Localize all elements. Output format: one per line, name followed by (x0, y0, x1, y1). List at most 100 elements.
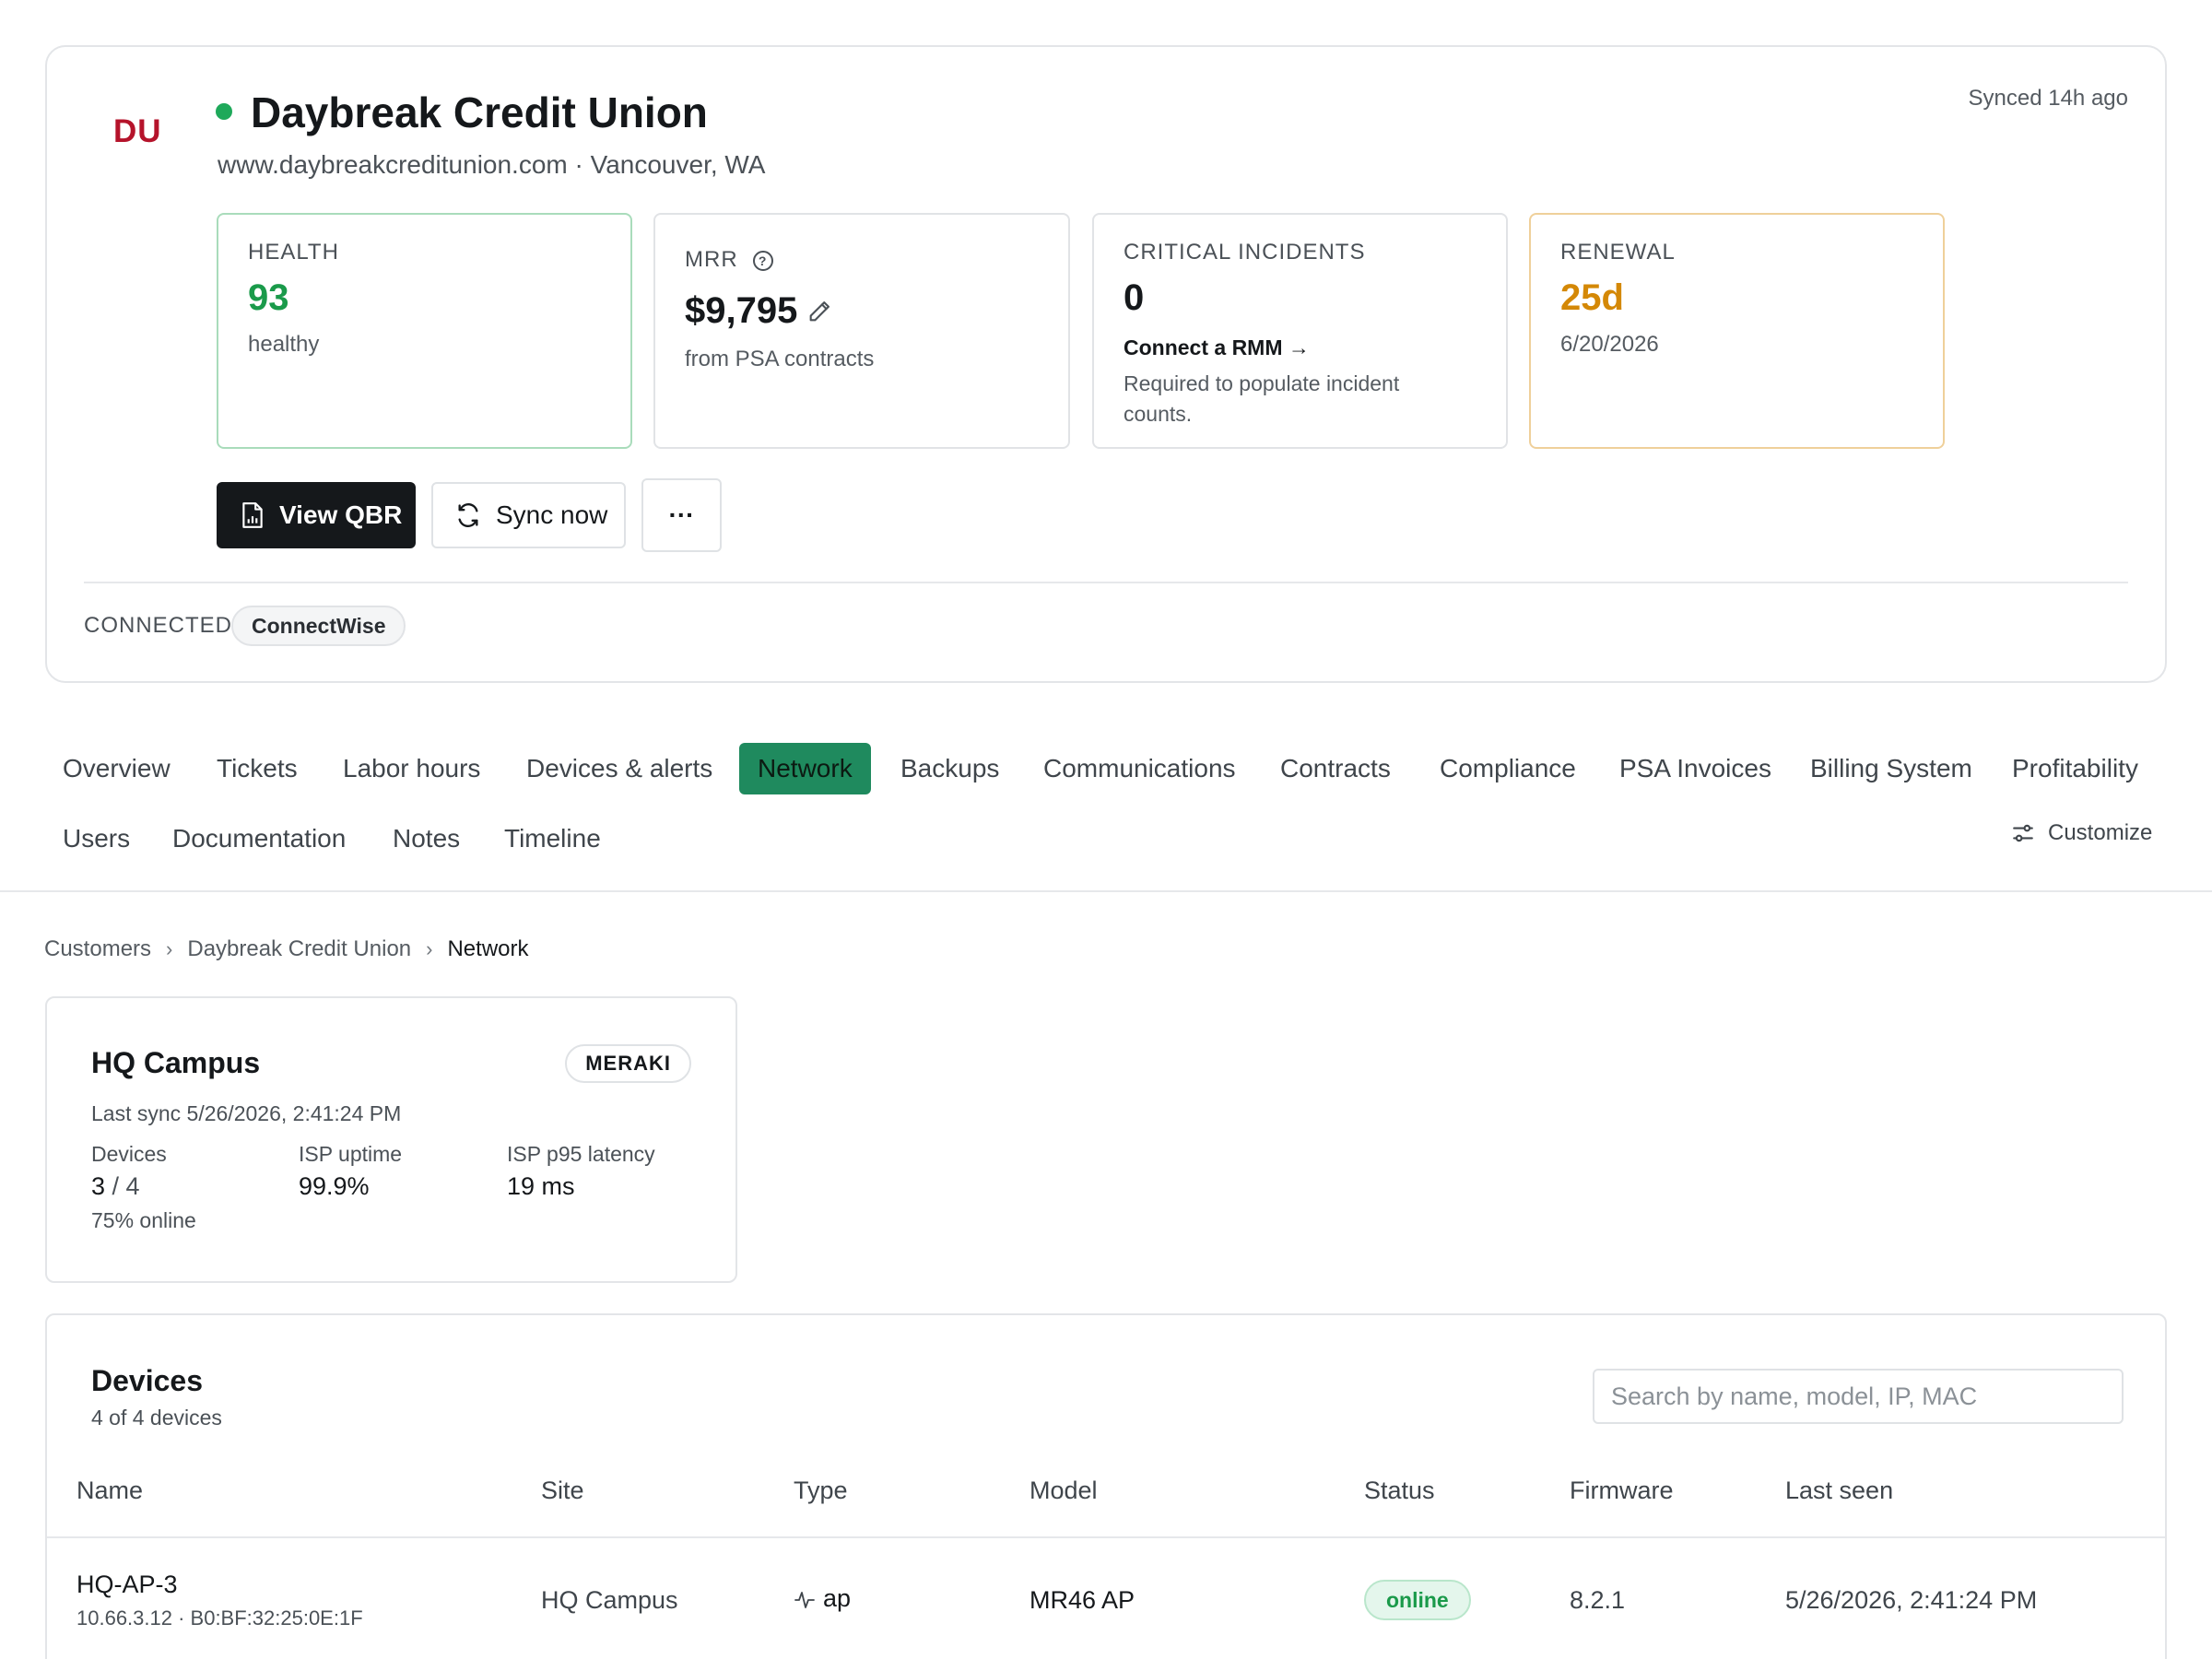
report-icon (242, 502, 263, 528)
stat-devices-label: Devices (91, 1142, 167, 1166)
stat-uptime-value: 99.9% (299, 1172, 370, 1200)
device-type-label: ap (823, 1584, 852, 1612)
customer-subtitle: www.daybreakcreditunion.com · Vancouver,… (218, 150, 766, 179)
tab-profitability[interactable]: Profitability (1994, 743, 2157, 794)
kpi-health-label: HEALTH (248, 240, 339, 265)
device-model: MR46 AP (1030, 1586, 1135, 1614)
breadcrumb-customers[interactable]: Customers (44, 936, 151, 962)
column-header-model[interactable]: Model (1030, 1477, 1098, 1505)
device-search-input[interactable] (1593, 1369, 2124, 1424)
tab-documentation[interactable]: Documentation (154, 813, 364, 865)
kpi-critical-note: Required to populate incident counts. (1124, 371, 1400, 426)
stat-latency-label: ISP p95 latency (507, 1142, 655, 1166)
kpi-renewal-value: 25d (1560, 277, 1624, 318)
tab-users[interactable]: Users (44, 813, 148, 865)
stat-latency-value: 19 ms (507, 1172, 575, 1200)
kpi-mrr: MRR? $9,795 from PSA contracts (653, 213, 1070, 449)
connect-rmm-link[interactable]: Connect a RMM → (1124, 335, 1310, 360)
integration-chip[interactable]: ConnectWise (231, 606, 406, 646)
column-header-status[interactable]: Status (1364, 1477, 1435, 1505)
tab-tickets[interactable]: Tickets (198, 743, 316, 794)
tab-timeline[interactable]: Timeline (486, 813, 619, 865)
customer-header-card: DU Daybreak Credit Union www.daybreakcre… (45, 45, 2167, 683)
status-dot (216, 103, 232, 120)
devices-count: 4 of 4 devices (91, 1406, 222, 1430)
site-last-sync: Last sync 5/26/2026, 2:41:24 PM (91, 1101, 402, 1125)
tab-network[interactable]: Network (739, 743, 871, 794)
kpi-health-sub: healthy (248, 332, 320, 357)
device-firmware: 8.2.1 (1570, 1586, 1626, 1614)
view-qbr-label: View QBR (279, 500, 403, 529)
status-badge: online (1364, 1580, 1471, 1620)
customer-name: Daybreak Credit Union (251, 88, 708, 136)
view-qbr-button[interactable]: View QBR (217, 482, 416, 548)
column-header-firmware[interactable]: Firmware (1570, 1477, 1674, 1505)
kpi-mrr-label: MRR (685, 247, 738, 272)
stat-isp-latency: ISP p95 latency 19 ms (507, 1142, 655, 1201)
stat-devices-online: 3 (91, 1172, 106, 1200)
kpi-critical-incidents: CRITICAL INCIDENTS 0 Connect a RMM → Req… (1092, 213, 1508, 449)
vendor-badge: MERAKI (565, 1044, 691, 1083)
column-header-last-seen[interactable]: Last seen (1785, 1477, 1893, 1505)
tab-devices-alerts[interactable]: Devices & alerts (508, 743, 731, 794)
kpi-mrr-sub: from PSA contracts (685, 347, 875, 371)
refresh-icon (458, 503, 478, 527)
stat-devices: Devices 3 / 4 75% online (91, 1142, 196, 1233)
site-card[interactable]: HQ Campus MERAKI Last sync 5/26/2026, 2:… (45, 996, 737, 1283)
customize-button[interactable]: Customize (2011, 820, 2152, 846)
tab-labor-hours[interactable]: Labor hours (324, 743, 499, 794)
column-header-type[interactable]: Type (794, 1477, 848, 1505)
device-site: HQ Campus (541, 1586, 678, 1614)
sync-now-button[interactable]: Sync now (431, 482, 626, 548)
column-header-name[interactable]: Name (76, 1477, 143, 1505)
tab-overview[interactable]: Overview (44, 743, 189, 794)
pencil-icon[interactable] (806, 292, 832, 334)
devices-card: Devices 4 of 4 devices Name Site Type Mo… (45, 1313, 2167, 1659)
device-meta: 10.66.3.12 · B0:BF:32:25:0E:1F (76, 1606, 363, 1630)
tab-contracts[interactable]: Contracts (1262, 743, 1409, 794)
kpi-health: HEALTH 93 healthy (217, 213, 632, 449)
divider (84, 582, 2128, 583)
breadcrumb-current: Network (447, 936, 529, 961)
kpi-mrr-label-row: MRR? (685, 247, 773, 273)
kpi-renewal-date: 6/20/2026 (1560, 332, 1659, 357)
sliders-icon (2013, 824, 2033, 842)
stat-devices-value: 3 / 4 (91, 1172, 196, 1201)
customer-logo: DU (113, 113, 162, 149)
kpi-mrr-value-row: $9,795 (685, 290, 832, 334)
more-actions-button[interactable]: ··· (641, 478, 722, 552)
kpi-critical-label: CRITICAL INCIDENTS (1124, 240, 1366, 265)
device-last-seen: 5/26/2026, 2:41:24 PM (1785, 1586, 2038, 1614)
kpi-mrr-value: $9,795 (685, 290, 798, 331)
table-header-divider (47, 1536, 2165, 1538)
device-type: ap (794, 1584, 851, 1613)
sync-status: Synced 14h ago (1968, 86, 2128, 111)
tab-notes[interactable]: Notes (374, 813, 478, 865)
activity-icon (794, 1591, 815, 1608)
devices-title: Devices (91, 1364, 203, 1397)
kpi-critical-value: 0 (1124, 277, 1145, 318)
kpi-renewal-label: RENEWAL (1560, 240, 1676, 265)
tab-billing-system[interactable]: Billing System (1792, 743, 1991, 794)
chevron-right-icon: › (166, 937, 173, 960)
breadcrumb-customer[interactable]: Daybreak Credit Union (187, 936, 411, 962)
kpi-renewal: RENEWAL 25d 6/20/2026 (1529, 213, 1945, 449)
help-icon[interactable]: ? (752, 250, 773, 271)
tab-backups[interactable]: Backups (882, 743, 1018, 794)
chevron-right-icon: › (426, 937, 433, 960)
device-name[interactable]: HQ-AP-3 (76, 1571, 178, 1599)
site-name: HQ Campus (91, 1046, 261, 1079)
customize-label: Customize (2048, 820, 2153, 845)
stat-devices-total: / 4 (112, 1172, 140, 1200)
tabs-divider (0, 890, 2212, 892)
connected-label: CONNECTED (84, 613, 233, 638)
sync-now-label: Sync now (496, 500, 608, 529)
stat-uptime-label: ISP uptime (299, 1142, 403, 1166)
kpi-health-value: 93 (248, 277, 289, 318)
stat-isp-uptime: ISP uptime 99.9% (299, 1142, 402, 1201)
stat-devices-note: 75% online (91, 1208, 196, 1232)
tab-psa-invoices[interactable]: PSA Invoices (1601, 743, 1790, 794)
column-header-site[interactable]: Site (541, 1477, 584, 1505)
tab-compliance[interactable]: Compliance (1421, 743, 1594, 794)
tab-communications[interactable]: Communications (1025, 743, 1254, 794)
